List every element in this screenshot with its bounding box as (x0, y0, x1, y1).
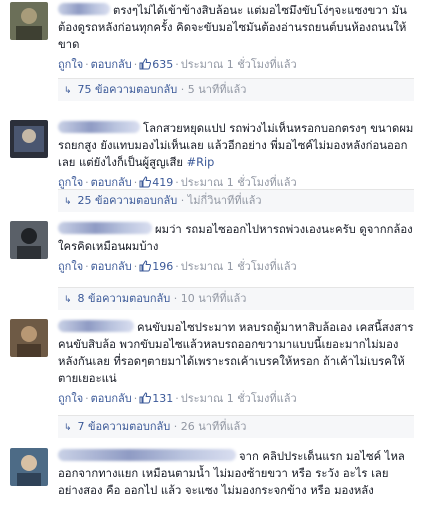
author-name-blurred[interactable] (58, 449, 236, 461)
comment-time[interactable]: ประมาณ 1 ชั่วโมงที่แล้ว (181, 392, 297, 405)
comment-actions: ถูกใจ · ตอบกลับ · 131 · ประมาณ 1 ชั่วโมงที่แล้… (58, 392, 297, 405)
like-count-value: 635 (152, 58, 174, 71)
replies-bar[interactable]: ↳ 25 ข้อความตอบกลับ · ไม่กี่วินาทีที่แล้ว (58, 189, 414, 212)
comment-text: ตรงๆไม่ได้เข้าข้างสิบล้อนะ แต่มอไซมึงขับ… (58, 2, 414, 53)
reply-button[interactable]: ตอบกลับ (91, 260, 132, 273)
like-count[interactable]: 635 (139, 58, 173, 71)
thumbs-up-icon (139, 392, 152, 404)
like-count[interactable]: 419 (139, 176, 173, 189)
author-name-blurred[interactable] (58, 121, 140, 133)
reply-arrow-icon: ↳ (64, 295, 72, 305)
reply-button[interactable]: ตอบกลับ (91, 58, 132, 71)
like-count-value: 131 (152, 392, 174, 405)
comment-text: จาก คลิปประเด็นแรก มอไซค์ ไหลออกจากทางแย… (58, 448, 414, 499)
avatar[interactable] (10, 319, 48, 357)
like-count[interactable]: 131 (139, 392, 173, 405)
thumbs-up-icon (139, 260, 152, 272)
reply-arrow-icon: ↳ (64, 197, 72, 207)
replies-time: 26 นาทีที่แล้ว (180, 420, 247, 433)
replies-bar[interactable]: ↳ 7 ข้อความตอบกลับ · 26 นาทีที่แล้ว (58, 415, 414, 438)
like-count[interactable]: 196 (139, 260, 173, 273)
author-name-blurred[interactable] (58, 3, 110, 15)
reply-button[interactable]: ตอบกลับ (91, 392, 132, 405)
replies-count[interactable]: 75 ข้อความตอบกลับ (78, 83, 178, 96)
comment-text: ผมว่า รถมอไซออกไปหารถพ่วงเองนะครับ ดูจาก… (58, 221, 414, 255)
replies-count[interactable]: 8 ข้อความตอบกลับ (78, 292, 171, 305)
comment-actions: ถูกใจ · ตอบกลับ · 635 · ประมาณ 1 ชั่วโมงที่แล้… (58, 58, 297, 71)
comment-time[interactable]: ประมาณ 1 ชั่วโมงที่แล้ว (181, 58, 297, 71)
hashtag-link[interactable]: #Rip (187, 156, 215, 169)
like-count-value: 196 (152, 260, 174, 273)
replies-time: ไม่กี่วินาทีที่แล้ว (187, 194, 262, 207)
replies-bar[interactable]: ↳ 8 ข้อความตอบกลับ · 10 นาทีที่แล้ว (58, 287, 414, 310)
reply-button[interactable]: ตอบกลับ (91, 176, 132, 189)
comment-body: ผมว่า รถมอไซออกไปหารถพ่วงเองนะครับ ดูจาก… (58, 221, 414, 275)
author-name-blurred[interactable] (58, 222, 152, 234)
reply-arrow-icon: ↳ (64, 423, 72, 433)
comment-body: คนขับมอไซประมาท หลบรถตู้มาหาสิบล้อเอง เค… (58, 319, 414, 407)
comment-time[interactable]: ประมาณ 1 ชั่วโมงที่แล้ว (181, 176, 297, 189)
replies-count[interactable]: 7 ข้อความตอบกลับ (78, 420, 171, 433)
comment-thread: ตรงๆไม่ได้เข้าข้างสิบล้อนะ แต่มอไซมึงขับ… (0, 0, 422, 521)
comment-message: ตรงๆไม่ได้เข้าข้างสิบล้อนะ แต่มอไซมึงขับ… (58, 4, 407, 51)
comment-time[interactable]: ประมาณ 1 ชั่วโมงที่แล้ว (181, 260, 297, 273)
like-button[interactable]: ถูกใจ (58, 58, 83, 71)
author-name-blurred[interactable] (58, 320, 134, 332)
comment-body: ตรงๆไม่ได้เข้าข้างสิบล้อนะ แต่มอไซมึงขับ… (58, 2, 414, 73)
reply-arrow-icon: ↳ (64, 86, 72, 96)
like-button[interactable]: ถูกใจ (58, 260, 83, 273)
comment-actions: ถูกใจ · ตอบกลับ · 196 · ประมาณ 1 ชั่วโมงที่แล้… (58, 260, 297, 273)
avatar[interactable] (10, 221, 48, 259)
replies-time: 5 นาทีที่แล้ว (187, 83, 247, 96)
like-button[interactable]: ถูกใจ (58, 392, 83, 405)
like-count-value: 419 (152, 176, 174, 189)
like-button[interactable]: ถูกใจ (58, 176, 83, 189)
comment-body: จาก คลิปประเด็นแรก มอไซค์ ไหลออกจากทางแย… (58, 448, 414, 499)
thumbs-up-icon (139, 176, 152, 188)
comment-text: โลกสวยหยุดแปป รถพ่วงไม่เห็นหรอกบอกตรงๆ ข… (58, 120, 414, 171)
comment-text: คนขับมอไซประมาท หลบรถตู้มาหาสิบล้อเอง เค… (58, 319, 414, 387)
avatar[interactable] (10, 2, 48, 40)
replies-count[interactable]: 25 ข้อความตอบกลับ (78, 194, 178, 207)
avatar[interactable] (10, 448, 48, 486)
avatar[interactable] (10, 120, 48, 158)
replies-time: 10 นาทีที่แล้ว (180, 292, 247, 305)
thumbs-up-icon (139, 58, 152, 70)
replies-bar[interactable]: ↳ 75 ข้อความตอบกลับ · 5 นาทีที่แล้ว (58, 78, 414, 101)
comment-body: โลกสวยหยุดแปป รถพ่วงไม่เห็นหรอกบอกตรงๆ ข… (58, 120, 414, 191)
